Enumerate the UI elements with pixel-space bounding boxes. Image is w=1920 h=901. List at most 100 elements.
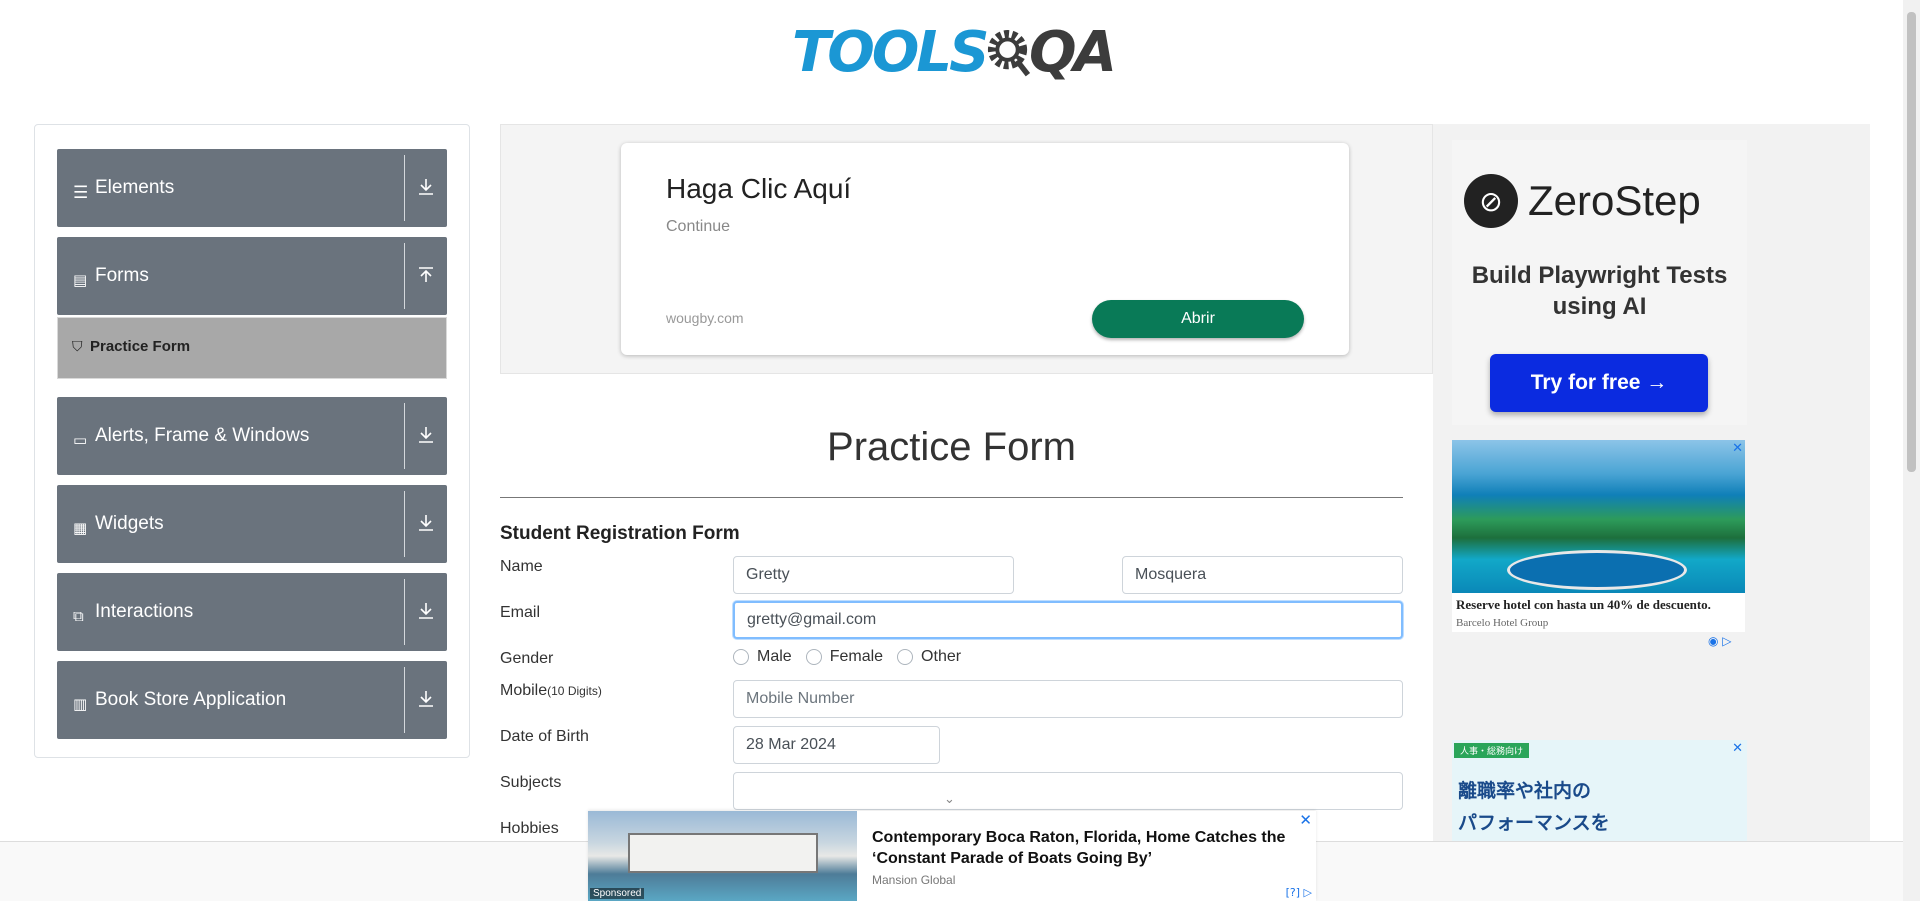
interaction-icon: ⧉ <box>73 607 84 625</box>
japanese-ad-tag: 人事・総務向け <box>1454 743 1530 758</box>
japanese-ad-line: 離職率や社内の <box>1458 780 1592 802</box>
mobile-label: Mobile(10 Digits) <box>500 682 602 700</box>
hobbies-label: Hobbies <box>500 820 559 837</box>
name-label: Name <box>500 558 543 575</box>
group-divider <box>404 667 405 733</box>
group-divider <box>404 243 405 309</box>
toolsqa-logo[interactable]: TOOLS QA <box>792 14 1117 90</box>
sidebar-group-elements[interactable]: ☰ Elements <box>57 149 447 227</box>
banner-ad-card[interactable]: Haga Clic Aquí Continue wougby.com Abrir <box>621 143 1349 355</box>
radio-button[interactable] <box>805 649 822 665</box>
zerostep-logo: ⊘ ZeroStep <box>1464 174 1701 228</box>
hotel-ad-image <box>1452 440 1745 593</box>
ad-info-label: [?] <box>1285 886 1301 899</box>
close-icon[interactable]: ✕ <box>1299 811 1312 829</box>
logo-tools-text: TOOLS <box>792 19 989 85</box>
zerostep-ad[interactable]: ⊘ ZeroStep Build Playwright Tests using … <box>1452 140 1747 425</box>
hotel-ad-source: Barcelo Hotel Group <box>1456 617 1549 629</box>
html5-icon: ⛉ <box>72 339 83 355</box>
download-arrow-icon[interactable] <box>415 600 437 622</box>
radio-button[interactable] <box>733 649 749 665</box>
ad-open-button[interactable]: Abrir <box>1092 300 1304 338</box>
mobile-input[interactable] <box>733 680 1403 718</box>
ad-domain: wougby.com <box>666 310 744 326</box>
sidebar-group-alerts[interactable]: ▭ Alerts, Frame & Windows <box>57 397 447 475</box>
sticky-ad-image: Sponsored <box>588 811 857 901</box>
sticky-ad-source: Mansion Global <box>872 873 956 887</box>
group-divider <box>404 403 405 469</box>
sidebar: ☰ Elements ▤ Forms ⛉ Practice Form ▭ Ale… <box>34 124 470 758</box>
scrollbar-thumb[interactable] <box>1907 12 1916 472</box>
house-shape <box>628 833 818 873</box>
sidebar-group-label: Forms <box>95 265 149 286</box>
gender-option-other[interactable]: Other <box>897 648 961 666</box>
radio-button[interactable] <box>897 649 914 665</box>
date-of-birth-input[interactable] <box>733 726 940 764</box>
dob-label: Date of Birth <box>500 728 589 745</box>
email-label: Email <box>500 604 541 621</box>
download-arrow-icon[interactable] <box>415 424 437 446</box>
hotel-ad-title: Reserve hotel con hasta un 40% de descue… <box>1456 597 1711 612</box>
radio-label: Male <box>757 648 792 665</box>
japanese-ad-line: パフォーマンスを <box>1458 812 1610 834</box>
close-icon[interactable]: ✕ <box>1732 441 1743 456</box>
sidebar-group-interactions[interactable]: ⧉ Interactions <box>57 573 447 651</box>
gender-option-male[interactable]: Male <box>733 648 792 666</box>
gender-radio-group: Male Female Other <box>733 648 975 666</box>
radio-label: Female <box>829 648 884 665</box>
download-arrow-icon[interactable] <box>415 688 437 710</box>
mobile-label-hint: (10 Digits) <box>547 684 602 698</box>
zerostep-mark-icon: ⊘ <box>1464 174 1518 228</box>
group-divider <box>404 155 405 221</box>
list-icon: ☰ <box>73 183 89 203</box>
adchoices-icon[interactable]: [?] ▷ <box>1286 886 1312 899</box>
subjects-label: Subjects <box>500 774 562 791</box>
ad-title: Haga Clic Aquí <box>666 173 852 204</box>
gender-label: Gender <box>500 650 554 667</box>
sidebar-group-label: Book Store Application <box>95 689 287 710</box>
ad-subtitle: Continue <box>666 218 731 235</box>
pool-shape <box>1507 550 1687 590</box>
page-scrollbar[interactable] <box>1903 0 1920 901</box>
download-arrow-icon[interactable] <box>415 512 437 534</box>
gear-magnifier-icon <box>988 30 1031 77</box>
form-title: Student Registration Form <box>500 523 740 544</box>
logo-qa-text: QA <box>1029 19 1117 85</box>
group-divider <box>404 579 405 645</box>
sidebar-group-widgets[interactable]: ▦ Widgets <box>57 485 447 563</box>
zerostep-brand: ZeroStep <box>1528 177 1701 224</box>
sidebar-item-practice-form[interactable]: ⛉ Practice Form <box>57 317 447 379</box>
books-icon: ▥ <box>73 695 88 713</box>
title-divider <box>500 497 1403 498</box>
hotel-ad[interactable]: ✕ Reserve hotel con hasta un 40% de desc… <box>1452 440 1745 632</box>
radio-label: Other <box>921 648 962 665</box>
zerostep-tagline: Build Playwright Tests using AI <box>1471 262 1728 320</box>
gender-option-female[interactable]: Female <box>805 648 884 666</box>
page-title: Practice Form <box>827 425 1076 469</box>
document-icon: ▤ <box>73 271 88 289</box>
sticky-ad[interactable]: Sponsored Contemporary Boca Raton, Flori… <box>588 811 1316 901</box>
mobile-label-text: Mobile <box>500 682 548 699</box>
japanese-ad[interactable]: 人事・総務向け ✕ 離職率や社内の パフォーマンスを <box>1452 740 1747 844</box>
try-for-free-button[interactable]: Try for free → <box>1490 354 1708 412</box>
widgets-icon: ▦ <box>73 519 88 537</box>
last-name-input[interactable] <box>1122 556 1403 594</box>
sponsored-label: Sponsored <box>590 888 645 899</box>
sidebar-group-forms[interactable]: ▤ Forms <box>57 237 447 315</box>
close-icon[interactable]: ✕ <box>1732 741 1743 756</box>
sidebar-group-label: Elements <box>95 177 175 198</box>
sidebar-group-label: Alerts, Frame & Windows <box>95 425 310 446</box>
window-icon: ▭ <box>73 431 88 449</box>
sidebar-group-label: Widgets <box>95 513 164 534</box>
sidebar-group-book-store[interactable]: ▥ Book Store Application <box>57 661 447 739</box>
upload-arrow-icon[interactable] <box>415 264 437 286</box>
adchoices-icon[interactable]: ◉ ▷ <box>1708 634 1732 648</box>
first-name-input[interactable] <box>733 556 1014 594</box>
sidebar-item-label: Practice Form <box>90 338 191 355</box>
subjects-input[interactable]: ⌄ <box>733 772 1403 810</box>
download-arrow-icon[interactable] <box>415 176 437 198</box>
sticky-ad-title: Contemporary Boca Raton, Florida, Home C… <box>872 829 1286 867</box>
email-input[interactable] <box>733 601 1403 639</box>
sidebar-group-label: Interactions <box>95 601 194 622</box>
group-divider <box>404 491 405 557</box>
